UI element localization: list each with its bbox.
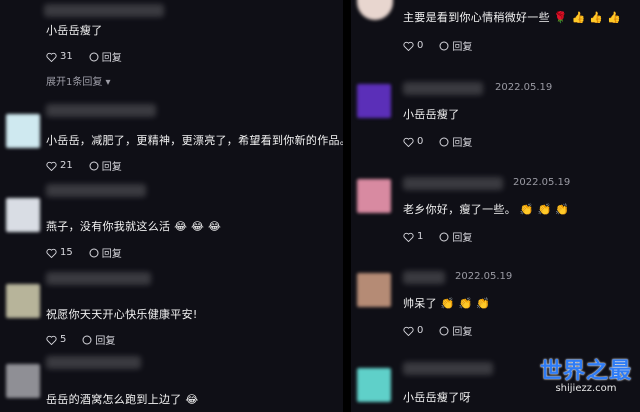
comment-date: 2022.05.19 — [513, 177, 571, 188]
reply-icon — [439, 41, 449, 50]
comment-date: 2022.05.19 — [495, 82, 553, 93]
avatar[interactable] — [6, 114, 40, 148]
avatar[interactable] — [357, 0, 393, 20]
clapping-emoji-icon: 👏 👏 👏 — [519, 203, 570, 216]
comment-text: 祝愿你天天开心快乐健康平安! — [46, 308, 198, 321]
heart-icon — [46, 161, 57, 171]
comment-text: 小岳岳，减肥了，更精神，更漂亮了，希望看到你新的作品。 — [46, 134, 343, 147]
avatar[interactable] — [357, 273, 391, 307]
heart-icon — [403, 326, 414, 336]
left-comment-panel: 小岳岳瘦了 31 回复 展开1条回复 ▾ 小岳岳，减肥了，更精神，更漂亮了，希望… — [0, 0, 343, 412]
like-count: 31 — [60, 51, 73, 62]
reply-button[interactable]: 回复 — [439, 323, 472, 338]
reply-icon — [439, 137, 449, 146]
comment-date: 2022.05.19 — [455, 271, 513, 282]
watermark-title: 世界之最 — [539, 359, 632, 384]
comment-actions: 15 回复 — [46, 245, 138, 260]
like-count: 21 — [60, 160, 73, 171]
avatar[interactable] — [6, 198, 40, 232]
avatar[interactable] — [6, 364, 40, 398]
comment-actions: 0 回复 — [403, 134, 488, 149]
like-button[interactable]: 1 — [403, 231, 423, 242]
clapping-emoji-icon: 👏 👏 👏 — [440, 297, 491, 310]
right-comment-panel: 主要是看到你心情稍微好一些 🌹 👍 👍 👍 0 回复 2022.05.19 小岳… — [351, 0, 640, 412]
panel-divider — [343, 0, 351, 412]
comment-text: 老乡你好，瘦了一些。 👏 👏 👏 — [403, 203, 570, 216]
username-blur — [403, 177, 503, 190]
comment-text: 小岳岳瘦了 — [46, 24, 103, 37]
comment-text: 小岳岳瘦了 — [403, 108, 460, 121]
username-blur — [46, 356, 141, 369]
username-blur — [46, 104, 156, 117]
like-button[interactable]: 0 — [403, 325, 423, 336]
like-count: 0 — [417, 136, 424, 147]
reply-button[interactable]: 回复 — [439, 229, 472, 244]
reply-label: 回复 — [101, 162, 122, 173]
reply-label: 回复 — [452, 138, 473, 149]
avatar[interactable] — [6, 284, 40, 318]
avatar[interactable] — [357, 179, 391, 213]
comment-actions: 31 回复 — [46, 49, 138, 64]
laughing-emoji-icon: 😂 😂 😂 — [174, 220, 222, 233]
reply-label: 回复 — [452, 327, 473, 338]
like-button[interactable]: 5 — [46, 334, 66, 345]
heart-icon — [403, 232, 414, 242]
laughing-emoji-icon: 😂 — [185, 393, 199, 406]
reply-label: 回复 — [95, 336, 116, 347]
watermark-logo: 世界之最 shijiezz.com — [540, 353, 632, 394]
reply-button[interactable]: 回复 — [439, 134, 472, 149]
username-blur — [403, 271, 445, 284]
heart-icon — [403, 41, 414, 51]
like-button[interactable]: 0 — [403, 40, 423, 51]
reply-icon — [89, 161, 99, 170]
reply-icon — [89, 248, 99, 257]
avatar[interactable] — [357, 84, 391, 118]
username-blur — [46, 272, 151, 285]
avatar[interactable] — [357, 368, 391, 402]
like-button[interactable]: 15 — [46, 247, 73, 258]
reply-label: 回复 — [101, 53, 122, 64]
reply-label: 回复 — [101, 249, 122, 260]
comment-actions: 21 回复 — [46, 158, 138, 173]
like-button[interactable]: 21 — [46, 160, 73, 171]
like-count: 5 — [60, 334, 67, 345]
comment-text: 岳岳的酒窝怎么跑到上边了 😂 — [46, 393, 199, 406]
reply-label: 回复 — [452, 233, 473, 244]
reply-button[interactable]: 回复 — [82, 332, 115, 347]
comment-text: 帅呆了 👏 👏 👏 — [403, 297, 491, 310]
comment-text: 燕子，没有你我就这么活 😂 😂 😂 — [46, 220, 222, 233]
reply-icon — [89, 52, 99, 61]
username-blur — [46, 184, 146, 197]
reply-button[interactable]: 回复 — [89, 245, 122, 260]
reply-button[interactable]: 回复 — [89, 49, 122, 64]
reply-button[interactable]: 回复 — [89, 158, 122, 173]
comment-actions: 0 回复 — [403, 323, 488, 338]
expand-replies-link[interactable]: 展开1条回复 ▾ — [46, 73, 111, 88]
thumbs-up-emoji-icon: 🌹 👍 👍 👍 — [553, 11, 622, 24]
reply-icon — [439, 326, 449, 335]
reply-icon — [439, 232, 449, 241]
username-blur — [44, 4, 164, 17]
reply-icon — [82, 335, 92, 344]
username-blur — [403, 362, 493, 375]
heart-icon — [46, 52, 57, 62]
reply-button[interactable]: 回复 — [439, 38, 472, 53]
comment-actions: 0 回复 — [403, 38, 488, 53]
like-count: 0 — [417, 325, 424, 336]
comment-actions: 5 回复 — [46, 332, 131, 347]
like-button[interactable]: 31 — [46, 51, 73, 62]
comment-text: 小岳岳瘦了呀 — [403, 391, 471, 404]
username-blur — [403, 82, 483, 95]
heart-icon — [403, 137, 414, 147]
heart-icon — [46, 248, 57, 258]
reply-label: 回复 — [452, 42, 473, 53]
like-count: 15 — [60, 247, 73, 258]
comment-actions: 1 回复 — [403, 229, 488, 244]
heart-icon — [46, 335, 57, 345]
like-count: 0 — [417, 40, 424, 51]
comment-text: 主要是看到你心情稍微好一些 🌹 👍 👍 👍 — [403, 11, 622, 24]
like-button[interactable]: 0 — [403, 136, 423, 147]
like-count: 1 — [417, 231, 424, 242]
